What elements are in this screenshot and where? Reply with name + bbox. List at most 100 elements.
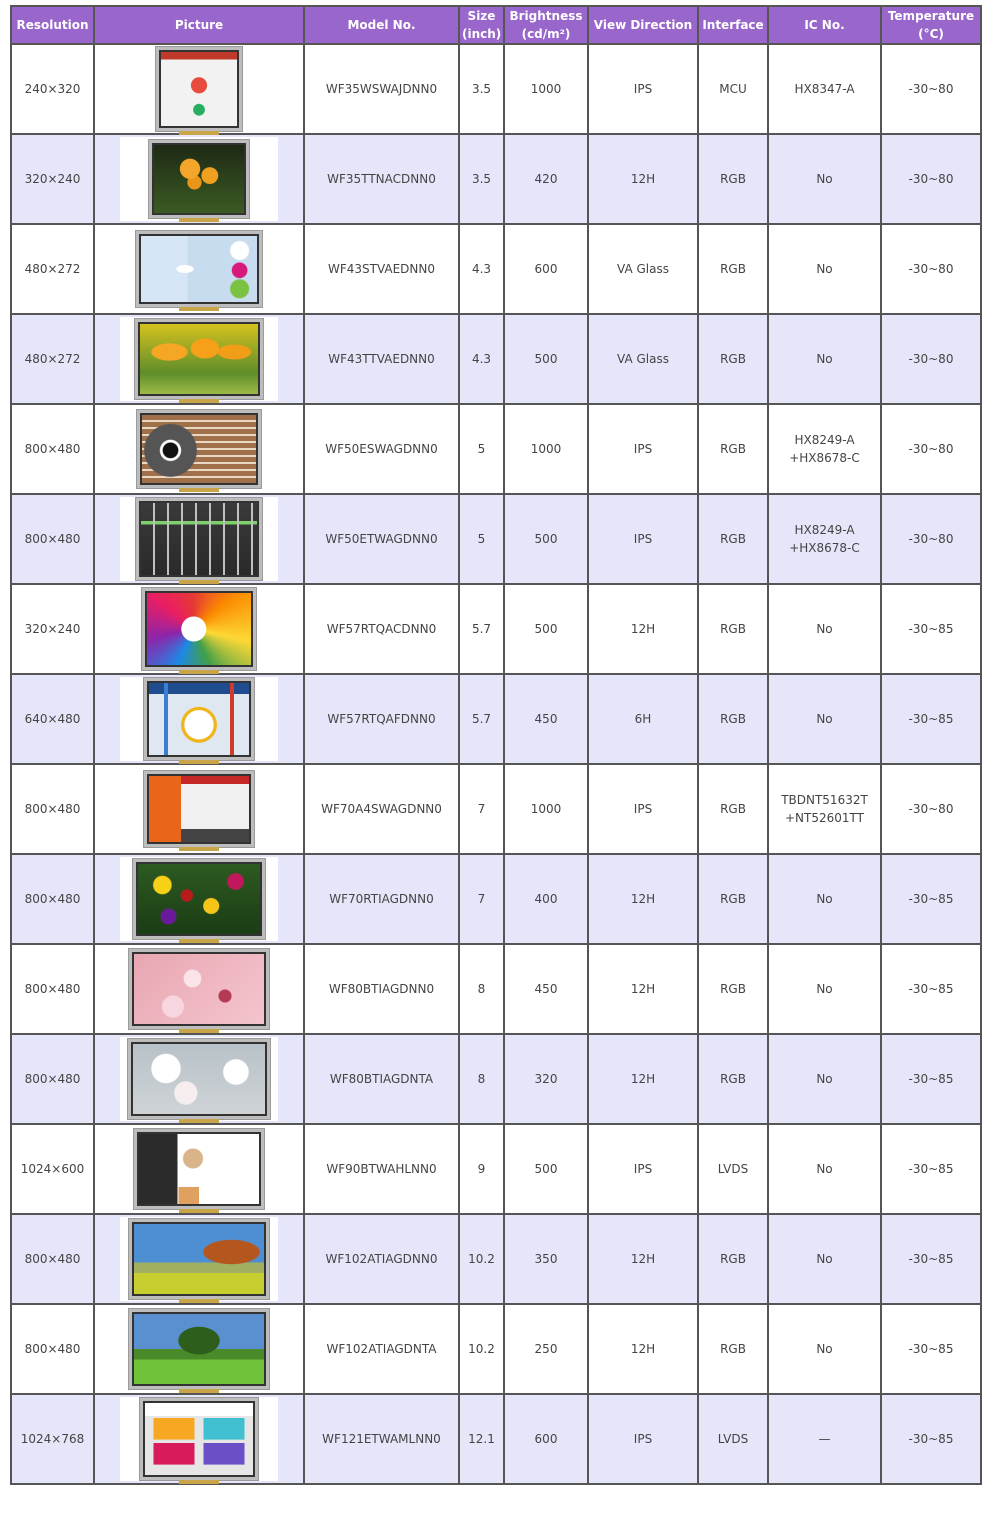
fpc-connector	[179, 218, 219, 222]
header-label: Resolution	[16, 18, 89, 32]
fpc-connector	[179, 760, 219, 764]
resolution-cell: 480×272	[10, 313, 95, 405]
size-cell: 5	[458, 493, 505, 585]
temperature-cell: -30~80	[880, 133, 982, 225]
picture-cell	[93, 1123, 305, 1215]
header-label: Interface	[702, 18, 764, 32]
ic-no-line: +HX8678-C	[789, 541, 860, 555]
picture-frame	[120, 317, 278, 403]
size-cell: 3.5	[458, 43, 505, 135]
header-unit: (°C)	[918, 27, 944, 41]
resolution-cell: 320×240	[10, 133, 95, 225]
temperature-cell: -30~85	[880, 673, 982, 765]
view-direction-cell: IPS	[587, 763, 699, 855]
interface-cell: RGB	[697, 673, 769, 765]
picture-frame	[120, 1217, 278, 1303]
header-label: IC No.	[804, 18, 845, 32]
picture-wrapper	[97, 405, 301, 493]
lcd-photo-control-panel-ui	[136, 498, 262, 584]
model-cell: WF50ETWAGDNN0	[303, 493, 460, 585]
ic-no-line: HX8249-A	[794, 523, 855, 537]
lcd-photo-green-tree	[129, 1309, 269, 1393]
picture-wrapper	[97, 1215, 301, 1303]
picture-wrapper	[97, 945, 301, 1033]
header-ic-no: IC No.	[767, 5, 882, 45]
lcd-photo-ticketing-ui	[140, 1398, 258, 1484]
temperature-cell: -30~80	[880, 763, 982, 855]
picture-cell	[93, 943, 305, 1035]
temperature-cell: -30~85	[880, 1033, 982, 1125]
table-row: 320×240 WF57RTQACDNN0 5.7 500 12H RGB No -30~85	[10, 583, 982, 675]
resolution-cell: 800×480	[10, 493, 95, 585]
table-row: 800×480 WF80BTIAGDNN0 8 450 12H RGB No -30~85	[10, 943, 982, 1035]
ic-no-line: No	[816, 262, 833, 276]
interface-cell: RGB	[697, 403, 769, 495]
model-cell: WF70A4SWAGDNN0	[303, 763, 460, 855]
temperature-cell: -30~85	[880, 583, 982, 675]
size-cell: 8	[458, 943, 505, 1035]
view-direction-cell: 12H	[587, 1033, 699, 1125]
view-direction-cell: IPS	[587, 403, 699, 495]
lcd-photo-cherry-blossom-white	[128, 1039, 270, 1123]
size-cell: 5	[458, 403, 505, 495]
header-label: Brightness	[509, 9, 583, 23]
ic-no-line: TBDNT51632T	[781, 793, 868, 807]
fpc-connector	[179, 670, 219, 674]
ic-no-cell: No	[767, 133, 882, 225]
ic-no-cell: No	[767, 1123, 882, 1215]
model-cell: WF35TTNACDNN0	[303, 133, 460, 225]
interface-cell: RGB	[697, 1033, 769, 1125]
size-cell: 5.7	[458, 583, 505, 675]
ic-no-cell: No	[767, 223, 882, 315]
table-row: 480×272 WF43STVAEDNN0 4.3 600 VA Glass RGB No -…	[10, 223, 982, 315]
ic-no-cell: No	[767, 673, 882, 765]
view-direction-cell: 12H	[587, 1213, 699, 1305]
model-cell: WF43TTVAEDNN0	[303, 313, 460, 405]
picture-cell	[93, 1033, 305, 1125]
resolution-cell: 800×480	[10, 853, 95, 945]
interface-cell: RGB	[697, 763, 769, 855]
ic-no-cell: No	[767, 313, 882, 405]
lcd-screen-image	[161, 52, 237, 126]
brightness-cell: 1000	[503, 403, 589, 495]
ic-no-line: No	[816, 172, 833, 186]
view-direction-cell: 12H	[587, 1303, 699, 1395]
fpc-connector	[179, 1029, 219, 1033]
picture-frame	[120, 857, 278, 943]
interface-cell: RGB	[697, 1213, 769, 1305]
model-cell: WF102ATIAGDNTA	[303, 1303, 460, 1395]
brightness-cell: 400	[503, 853, 589, 945]
size-cell: 10.2	[458, 1303, 505, 1395]
model-cell: WF80BTIAGDNN0	[303, 943, 460, 1035]
ic-no-cell: No	[767, 1033, 882, 1125]
temperature-cell: -30~85	[880, 1213, 982, 1305]
fpc-connector	[179, 307, 219, 311]
lcd-screen-image	[147, 593, 251, 665]
picture-wrapper	[97, 315, 301, 403]
lcd-screen-image	[134, 1314, 264, 1384]
temperature-cell: -30~80	[880, 493, 982, 585]
picture-cell	[93, 403, 305, 495]
lcd-photo-train-ui	[144, 771, 254, 851]
fpc-connector	[179, 939, 219, 943]
temperature-cell: -30~85	[880, 1303, 982, 1395]
view-direction-cell: 6H	[587, 673, 699, 765]
lcd-screen-image	[149, 683, 249, 755]
picture-frame	[120, 1397, 278, 1484]
ic-no-line: HX8249-A	[794, 433, 855, 447]
ic-no-line: No	[816, 892, 833, 906]
picture-frame	[120, 1307, 278, 1393]
fpc-connector	[179, 131, 219, 135]
brightness-cell: 500	[503, 583, 589, 675]
lcd-photo-cherry-blossom-pink	[129, 949, 269, 1033]
picture-cell	[93, 43, 305, 135]
lcd-screen-image	[149, 776, 249, 842]
model-cell: WF35WSWAJDNN0	[303, 43, 460, 135]
lcd-screen-image	[145, 1403, 253, 1475]
picture-frame	[120, 767, 278, 851]
ic-no-line: No	[816, 622, 833, 636]
size-cell: 4.3	[458, 313, 505, 405]
view-direction-cell: VA Glass	[587, 223, 699, 315]
fpc-connector	[179, 847, 219, 851]
picture-cell	[93, 133, 305, 225]
